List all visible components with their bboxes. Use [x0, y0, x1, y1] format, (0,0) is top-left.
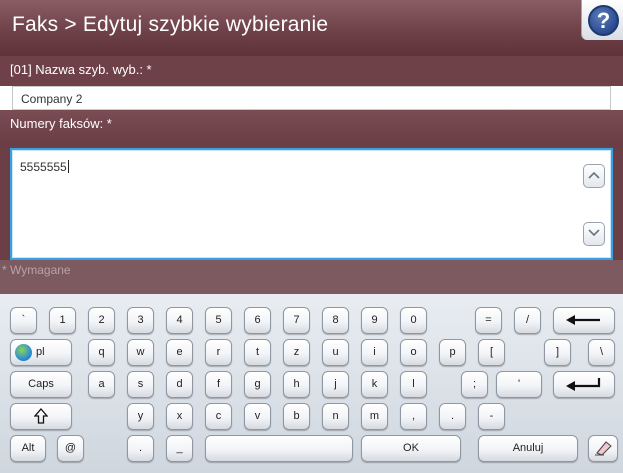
key-5[interactable]: 5: [205, 307, 232, 334]
fax-numbers-label: Numery faksów: *: [0, 110, 623, 145]
key-p[interactable]: p: [439, 339, 466, 366]
key-apostrophe[interactable]: ': [496, 371, 542, 398]
backspace-key[interactable]: [553, 307, 615, 334]
key-k[interactable]: k: [361, 371, 388, 398]
key-underscore[interactable]: _: [166, 435, 193, 462]
key-y[interactable]: y: [127, 403, 154, 430]
key-r[interactable]: r: [205, 339, 232, 366]
key-backtick[interactable]: `: [10, 307, 37, 334]
key-equals[interactable]: =: [475, 307, 502, 334]
help-icon: ?: [588, 5, 619, 36]
key-u[interactable]: u: [322, 339, 349, 366]
key-b[interactable]: b: [283, 403, 310, 430]
key-0[interactable]: 0: [400, 307, 427, 334]
help-button[interactable]: ?: [581, 0, 623, 40]
key-e[interactable]: e: [166, 339, 193, 366]
key-m[interactable]: m: [361, 403, 388, 430]
key-a[interactable]: a: [88, 371, 115, 398]
key-q[interactable]: q: [88, 339, 115, 366]
key-z[interactable]: z: [283, 339, 310, 366]
key-o[interactable]: o: [400, 339, 427, 366]
key-at[interactable]: @: [57, 435, 84, 462]
key-d[interactable]: d: [166, 371, 193, 398]
key-6[interactable]: 6: [244, 307, 271, 334]
key-f[interactable]: f: [205, 371, 232, 398]
shift-arrow-icon: [33, 408, 49, 424]
language-key[interactable]: pl: [10, 339, 72, 366]
backspace-arrow-icon: [566, 315, 600, 326]
shift-key[interactable]: [10, 403, 72, 430]
enter-key[interactable]: [553, 371, 615, 398]
key-x[interactable]: x: [166, 403, 193, 430]
language-label: pl: [36, 346, 45, 358]
key-w[interactable]: w: [127, 339, 154, 366]
key-4[interactable]: 4: [166, 307, 193, 334]
key-9[interactable]: 9: [361, 307, 388, 334]
cancel-button[interactable]: Anuluj: [478, 435, 578, 462]
caps-key[interactable]: Caps: [10, 371, 72, 398]
required-note: * Wymagane: [0, 260, 623, 294]
key-2[interactable]: 2: [88, 307, 115, 334]
clear-button[interactable]: [588, 435, 618, 462]
key-g[interactable]: g: [244, 371, 271, 398]
key-i[interactable]: i: [361, 339, 388, 366]
on-screen-keyboard: ` 1 2 3 4 5 6 7 8 9 0 = / pl q w e r t z…: [0, 294, 623, 473]
chevron-up-icon: [588, 171, 600, 179]
scroll-up-button[interactable]: [583, 164, 605, 188]
key-1[interactable]: 1: [49, 307, 76, 334]
key-7[interactable]: 7: [283, 307, 310, 334]
scroll-down-button[interactable]: [583, 222, 605, 246]
key-backslash[interactable]: \: [588, 339, 615, 366]
enter-icon: [566, 378, 601, 392]
page-title: Faks > Edytuj szybkie wybieranie: [12, 13, 329, 36]
ok-button[interactable]: OK: [361, 435, 461, 462]
key-right-bracket[interactable]: ]: [544, 339, 571, 366]
alt-key[interactable]: Alt: [10, 435, 46, 462]
eraser-icon: [595, 441, 612, 456]
key-8[interactable]: 8: [322, 307, 349, 334]
key-dot[interactable]: .: [127, 435, 154, 462]
chevron-down-icon: [588, 229, 600, 237]
globe-icon: [15, 344, 32, 361]
key-j[interactable]: j: [322, 371, 349, 398]
speed-dial-name-label: [01] Nazwa szyb. wyb.: *: [0, 56, 623, 86]
key-minus[interactable]: -: [478, 403, 505, 430]
key-n[interactable]: n: [322, 403, 349, 430]
key-v[interactable]: v: [244, 403, 271, 430]
key-left-bracket[interactable]: [: [478, 339, 505, 366]
title-bar: Faks > Edytuj szybkie wybieranie ?: [0, 0, 623, 56]
key-slash[interactable]: /: [514, 307, 541, 334]
key-period[interactable]: .: [439, 403, 466, 430]
space-key[interactable]: [205, 435, 353, 462]
key-h[interactable]: h: [283, 371, 310, 398]
key-c[interactable]: c: [205, 403, 232, 430]
key-t[interactable]: t: [244, 339, 271, 366]
key-s[interactable]: s: [127, 371, 154, 398]
fax-number-value: 5555555: [20, 160, 67, 174]
fax-numbers-field[interactable]: 5555555: [10, 148, 613, 260]
key-comma[interactable]: ,: [400, 403, 427, 430]
key-l[interactable]: l: [400, 371, 427, 398]
speed-dial-name-field[interactable]: Company 2: [12, 86, 611, 110]
key-semicolon[interactable]: ;: [461, 371, 488, 398]
text-caret: [67, 160, 69, 173]
key-3[interactable]: 3: [127, 307, 154, 334]
